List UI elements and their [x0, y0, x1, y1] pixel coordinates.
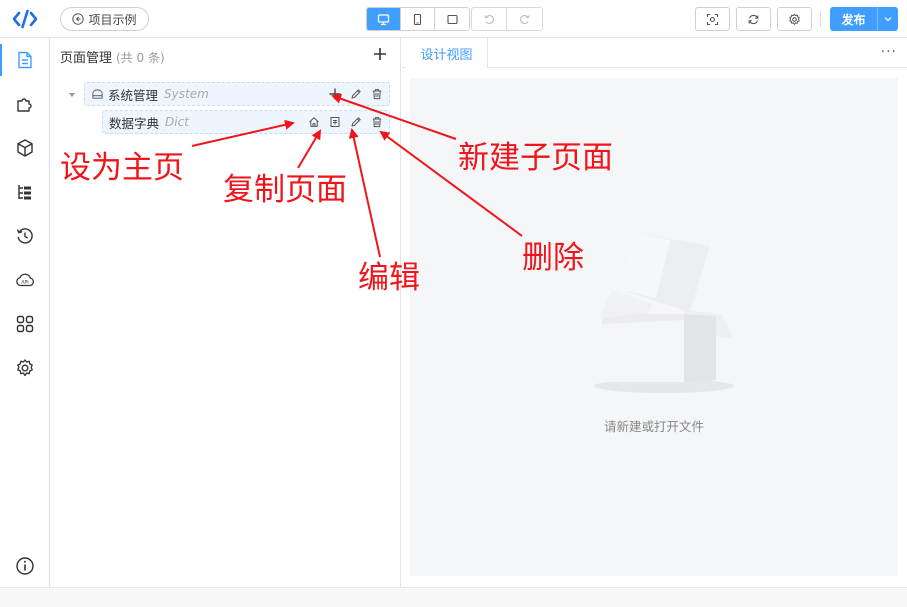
- chevron-down-icon: [884, 17, 892, 22]
- tree-node-sub: System: [164, 87, 209, 101]
- status-bar: [0, 587, 907, 607]
- settings-button[interactable]: [777, 7, 812, 31]
- undo-button[interactable]: [472, 8, 507, 30]
- tree-node-label: 数据字典: [109, 115, 160, 131]
- settings-icon: [17, 359, 33, 377]
- svg-text:API: API: [21, 279, 28, 285]
- rail-info-button[interactable]: [0, 546, 50, 586]
- device-switcher: [366, 7, 470, 31]
- tree-node-system[interactable]: 系统管理 System: [84, 82, 390, 106]
- desktop-icon: [377, 13, 390, 25]
- rail-outline-button[interactable]: [0, 172, 50, 212]
- copy-page-icon[interactable]: [329, 116, 341, 128]
- cube-icon: [17, 139, 33, 157]
- caret-down-icon[interactable]: [68, 91, 76, 99]
- rail-pages-button[interactable]: [0, 40, 50, 80]
- page-manager-panel: 页面管理 (共 0 条) 系统管理 System 数据字典 Dict: [50, 38, 401, 587]
- activity-bar: API: [0, 38, 50, 587]
- view-tabs: 设计视图 ···: [402, 38, 907, 68]
- add-child-icon[interactable]: [329, 88, 341, 100]
- annotation-set-home: 设为主页: [60, 150, 184, 186]
- tab-design-view[interactable]: 设计视图: [406, 38, 488, 68]
- gear-icon: [789, 13, 800, 25]
- redo-icon: [519, 15, 530, 24]
- home-icon[interactable]: [308, 116, 320, 128]
- history-controls: [471, 7, 543, 31]
- annotation-copy-page: 复制页面: [223, 172, 347, 208]
- mobile-icon: [413, 13, 422, 25]
- pages-icon: [18, 51, 32, 69]
- plugin-icon: [17, 98, 32, 112]
- info-icon: [16, 557, 34, 575]
- device-desktop-button[interactable]: [367, 8, 401, 30]
- code-logo-icon[interactable]: [12, 8, 38, 30]
- device-tablet-button[interactable]: [435, 8, 469, 30]
- empty-box-icon: [594, 232, 734, 393]
- history-icon: [16, 228, 33, 244]
- publish-split-button: 发布: [830, 7, 898, 31]
- annotation-new-child: 新建子页面: [458, 140, 613, 176]
- more-options-icon[interactable]: ···: [881, 44, 897, 60]
- rail-settings-button[interactable]: [0, 348, 50, 388]
- apps-grid-icon: [16, 315, 34, 333]
- back-circle-icon: [72, 13, 85, 25]
- node-actions: [329, 83, 383, 105]
- edit-icon[interactable]: [350, 88, 362, 100]
- refresh-button[interactable]: [736, 7, 771, 31]
- panel-title: 页面管理 (共 0 条): [60, 47, 165, 66]
- edit-icon[interactable]: [350, 116, 362, 128]
- publish-button[interactable]: 发布: [830, 7, 877, 31]
- delete-icon[interactable]: [371, 88, 383, 100]
- device-mobile-button[interactable]: [401, 8, 435, 30]
- panel-title-text: 页面管理: [60, 51, 113, 66]
- tree-node-label: 系统管理: [108, 87, 159, 103]
- top-toolbar: 项目示例 发布: [0, 0, 907, 38]
- rail-apps-button[interactable]: [0, 304, 50, 344]
- rail-api-button[interactable]: API: [0, 260, 50, 300]
- tablet-icon: [446, 14, 458, 24]
- add-page-icon[interactable]: [372, 46, 388, 62]
- toolbar-divider: [820, 11, 821, 27]
- preview-button[interactable]: [695, 7, 730, 31]
- refresh-icon: [748, 14, 759, 24]
- tree-node-dict[interactable]: 数据字典 Dict: [102, 110, 390, 134]
- rail-plugins-button[interactable]: [0, 84, 50, 124]
- annotation-edit: 编辑: [358, 260, 420, 296]
- undo-icon: [484, 15, 494, 24]
- rail-history-button[interactable]: [0, 216, 50, 256]
- redo-button[interactable]: [507, 8, 542, 30]
- folder-module-icon: [92, 88, 103, 99]
- scan-preview-icon: [706, 13, 719, 25]
- rail-components-button[interactable]: [0, 128, 50, 168]
- page-count: (共 0 条): [116, 51, 165, 65]
- tree-list-icon: [18, 185, 31, 200]
- tree-node-sub: Dict: [165, 115, 189, 129]
- empty-state-text: 请新建或打开文件: [603, 419, 704, 434]
- node-actions: [308, 111, 383, 133]
- annotation-delete: 删除: [522, 240, 584, 276]
- back-label: 项目示例: [88, 12, 137, 27]
- delete-icon[interactable]: [371, 116, 383, 128]
- back-to-project-button[interactable]: 项目示例: [60, 7, 149, 31]
- publish-dropdown-button[interactable]: [877, 7, 898, 31]
- api-cloud-icon: API: [16, 273, 34, 287]
